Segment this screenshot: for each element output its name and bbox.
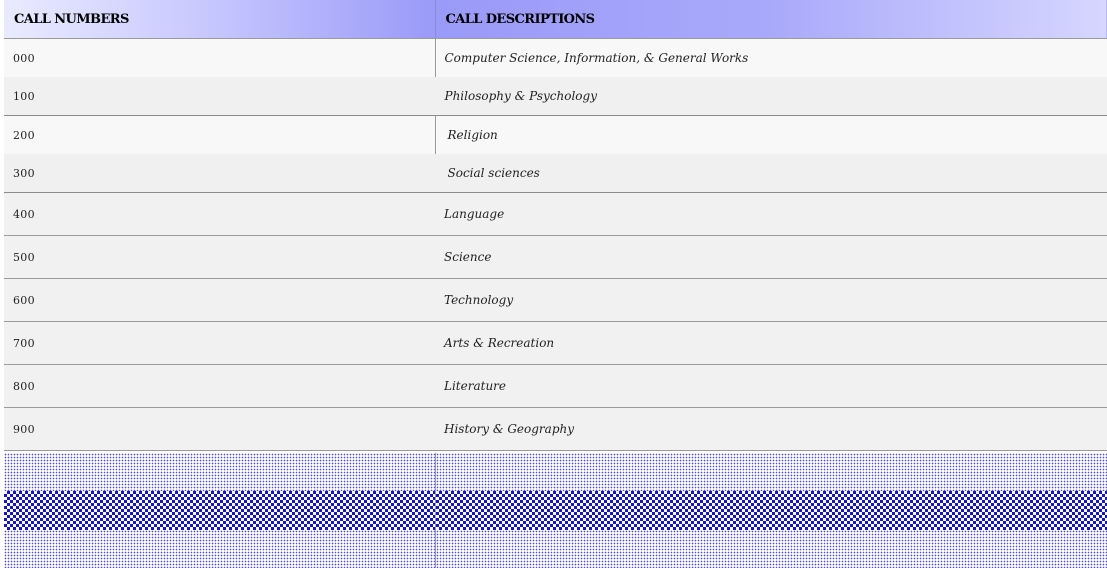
- dotted-pattern-band: [4, 530, 1107, 568]
- call-description-cell: Language: [435, 192, 1107, 236]
- call-description-cell: Science: [435, 235, 1107, 279]
- call-number-cell: 500: [4, 235, 435, 279]
- dotted-pattern-band: [4, 453, 1107, 491]
- call-description-cell: History & Geography: [435, 407, 1107, 451]
- decorative-pattern-footer: [4, 453, 1107, 568]
- call-number-table: CALL NUMBERS CALL DESCRIPTIONS 000 Compu…: [4, 0, 1107, 451]
- call-description-cell: Arts & Recreation: [435, 321, 1107, 365]
- table-body: 000 Computer Science, Information, & Gen…: [4, 38, 1107, 451]
- table-row: 700 Arts & Recreation: [4, 321, 1107, 365]
- table-row: 000 Computer Science, Information, & Gen…: [4, 38, 1107, 77]
- call-number-cell: 200: [4, 115, 436, 154]
- header-row: CALL NUMBERS CALL DESCRIPTIONS: [4, 0, 1107, 39]
- page: CALL NUMBERS CALL DESCRIPTIONS 000 Compu…: [0, 0, 1107, 568]
- call-number-cell: 800: [4, 364, 435, 408]
- call-descriptions-header: CALL DESCRIPTIONS: [434, 0, 1107, 39]
- call-number-cell: 700: [4, 321, 435, 365]
- table-row: 400 Language: [4, 192, 1107, 236]
- call-number-cell: 600: [4, 278, 435, 322]
- checkered-pattern-band: [4, 491, 1107, 530]
- column-divider: [435, 453, 436, 568]
- call-description-cell: Philosophy & Psychology: [435, 77, 1107, 116]
- call-number-cell: 000: [4, 38, 436, 77]
- call-description-cell: Religion: [435, 115, 1107, 154]
- table-row: 800 Literature: [4, 364, 1107, 408]
- call-numbers-header: CALL NUMBERS: [4, 0, 435, 39]
- table-row: 500 Science: [4, 235, 1107, 279]
- call-number-cell: 100: [4, 77, 435, 116]
- table-row: 300 Social sciences: [4, 154, 1107, 193]
- call-description-cell: Social sciences: [435, 154, 1107, 193]
- table-row: 100 Philosophy & Psychology: [4, 77, 1107, 116]
- call-description-cell: Computer Science, Information, & General…: [435, 38, 1107, 77]
- call-description-cell: Literature: [435, 364, 1107, 408]
- table-header: CALL NUMBERS CALL DESCRIPTIONS: [4, 0, 1107, 39]
- table-row: 200 Religion: [4, 115, 1107, 154]
- call-number-cell: 400: [4, 192, 435, 236]
- table-row: 600 Technology: [4, 278, 1107, 322]
- call-number-cell: 300: [4, 154, 435, 193]
- call-description-cell: Technology: [435, 278, 1107, 322]
- call-number-cell: 900: [4, 407, 435, 451]
- table-row: 900 History & Geography: [4, 407, 1107, 451]
